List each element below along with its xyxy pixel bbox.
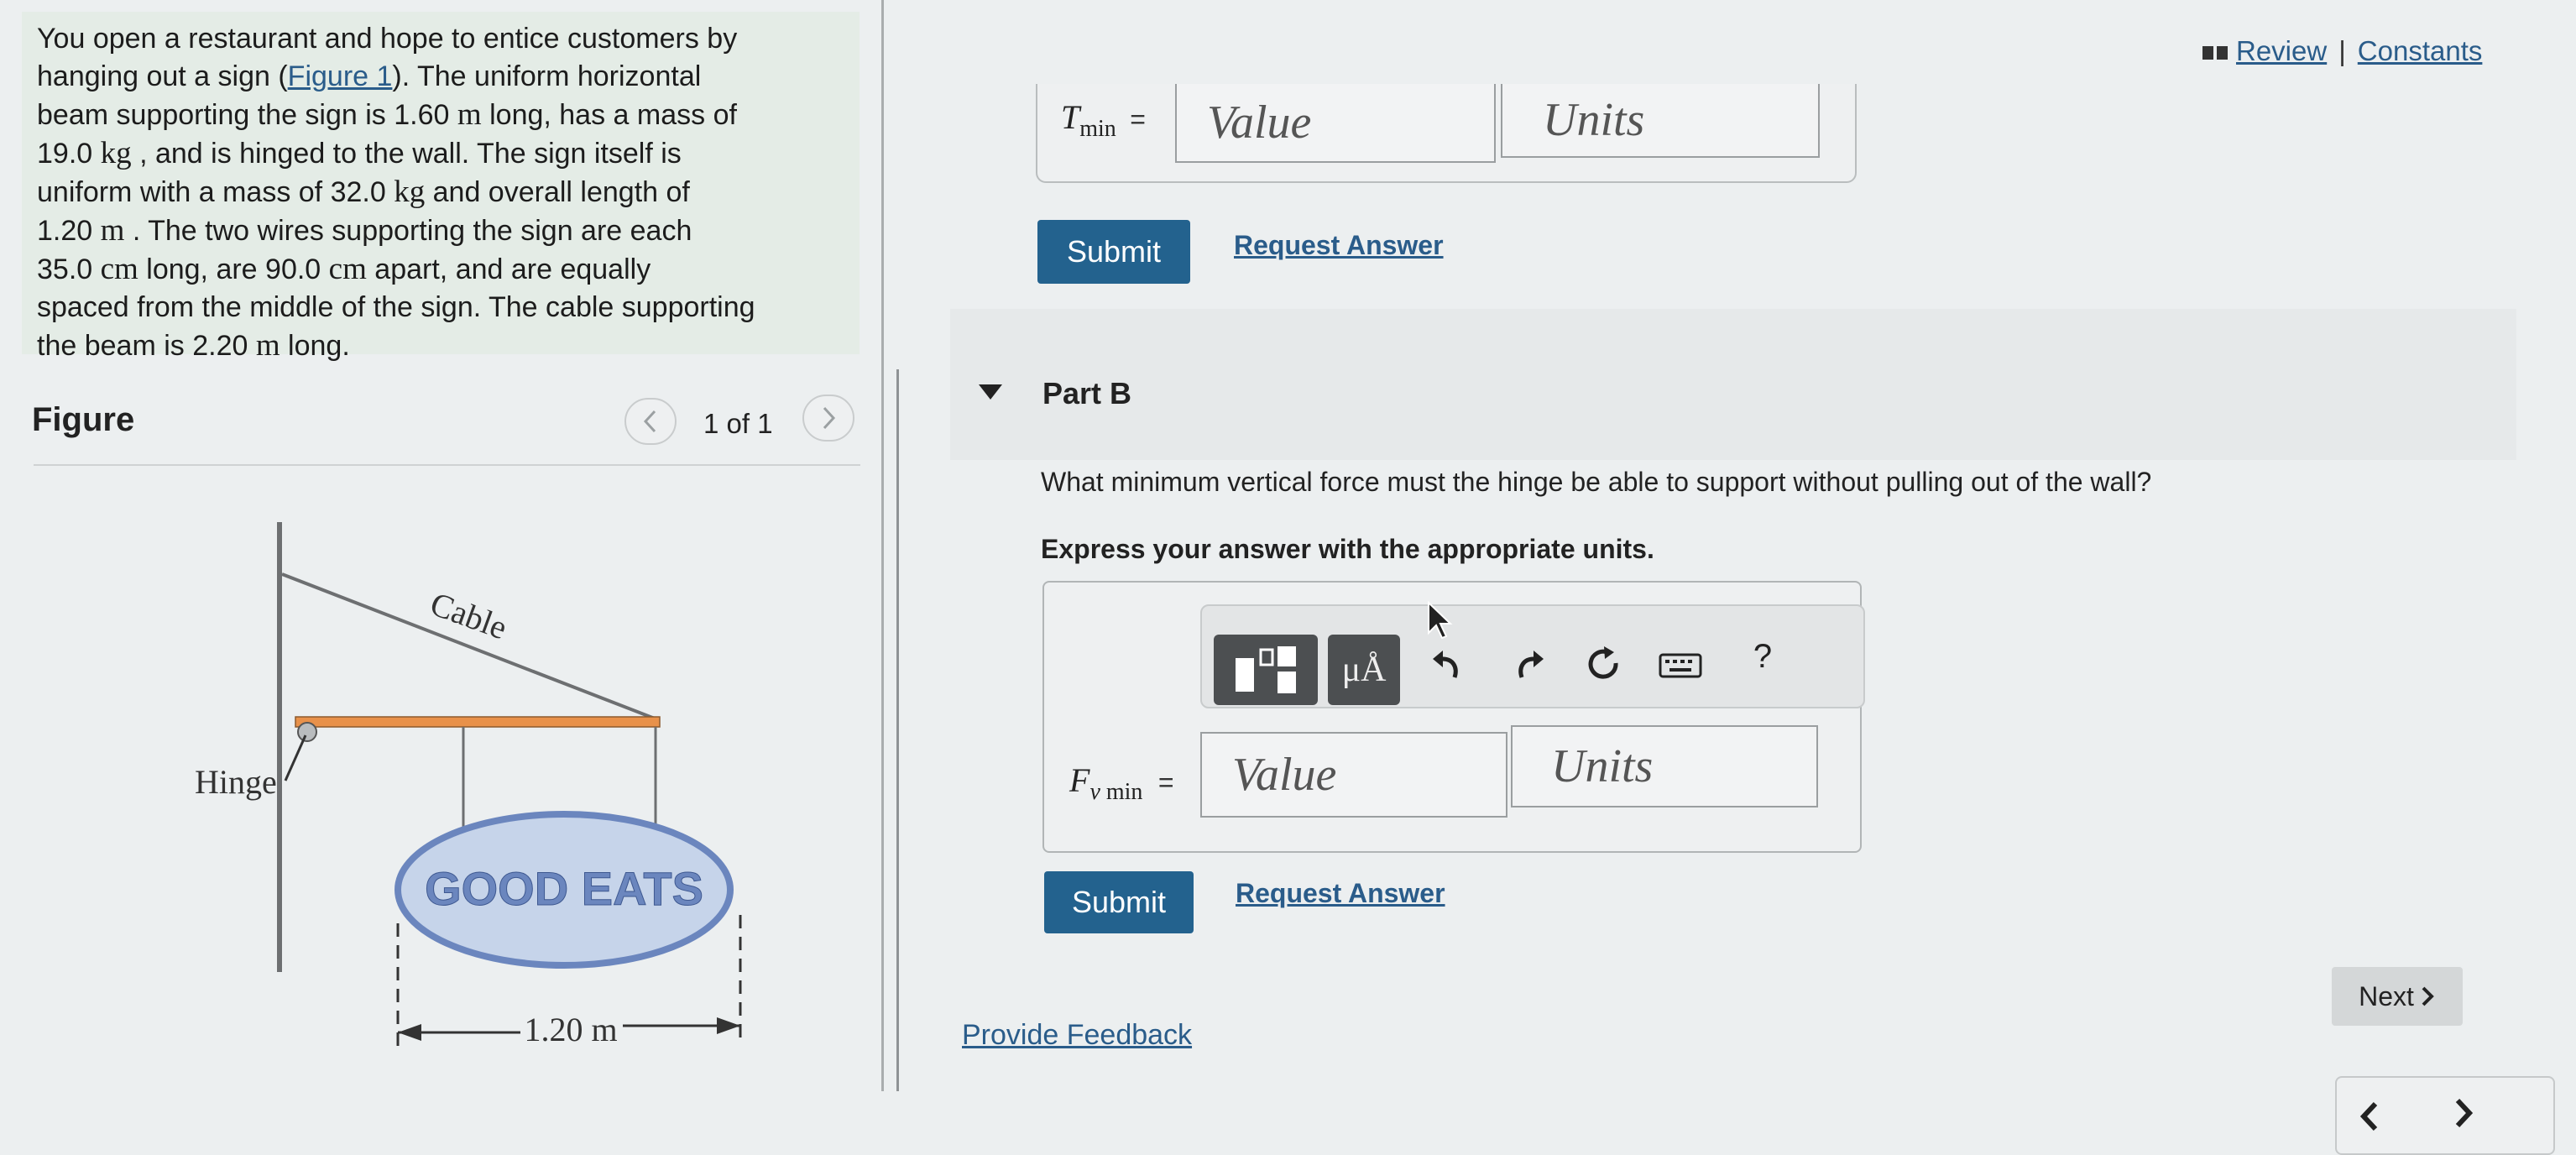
- hinge-label: Hinge: [195, 763, 277, 801]
- problem-line: You open a restaurant and hope to entice…: [37, 23, 738, 55]
- hinge-pointer: [284, 734, 307, 781]
- keyboard-button[interactable]: [1657, 646, 1704, 685]
- template-icon: [1236, 646, 1296, 693]
- provide-feedback-link[interactable]: Provide Feedback: [962, 1019, 1192, 1052]
- part-b-instruction: Express your answer with the appropriate…: [1041, 534, 1654, 564]
- page-prev-button[interactable]: [2357, 1100, 2382, 1137]
- redo-button[interactable]: [1507, 641, 1549, 690]
- chevron-right-icon: [823, 406, 836, 430]
- part-b-submit-button[interactable]: Submit: [1044, 871, 1194, 933]
- part-b-variable: Fv min =: [1069, 761, 1174, 805]
- book-icon: [2202, 46, 2228, 60]
- hinge-pin: [297, 722, 317, 742]
- help-button[interactable]: ?: [1746, 631, 1779, 682]
- problem-line: beam supporting the sign is 1.60 m long,…: [37, 97, 737, 132]
- header-links: Review | Constants: [2201, 35, 2482, 67]
- problem-line: 19.0 kg , and is hinged to the wall. The…: [37, 136, 682, 170]
- figure-rule: [34, 464, 860, 466]
- problem-line: the beam is 2.20 m long.: [37, 328, 350, 363]
- part-b-question: What minimum vertical force must the hin…: [1041, 467, 2152, 497]
- mouse-cursor-icon: [1428, 601, 1453, 640]
- dim-arrow-right: [717, 1017, 740, 1034]
- problem-line: 35.0 cm long, are 90.0 cm apart, and are…: [37, 252, 651, 286]
- keyboard-icon: [1659, 653, 1702, 678]
- figure-title: Figure: [32, 401, 135, 438]
- redo-icon: [1518, 651, 1544, 678]
- figure-diagram: GOOD EATS Cable Hinge 1.20 m: [195, 522, 742, 1048]
- part-a-request-answer-link[interactable]: Request Answer: [1234, 230, 1444, 261]
- undo-button[interactable]: [1427, 641, 1469, 690]
- undo-icon: [1433, 651, 1458, 678]
- cable-label: Cable: [426, 584, 512, 646]
- part-b-request-answer-link[interactable]: Request Answer: [1236, 878, 1445, 909]
- figure-prev-button[interactable]: [624, 398, 677, 445]
- part-a-variable: Tmin =: [1061, 98, 1146, 142]
- panel-divider-lower: [896, 369, 899, 1091]
- chevron-right-icon: [2455, 1098, 2474, 1128]
- page-next-button[interactable]: [2451, 1096, 2476, 1134]
- problem-line: 1.20 m . The two wires supporting the si…: [37, 213, 692, 248]
- part-b-title: Part B: [1042, 376, 1132, 410]
- chevron-right-icon: [2422, 986, 2434, 1006]
- reset-icon: [1588, 646, 1618, 679]
- caret-down-icon[interactable]: [979, 384, 1002, 400]
- problem-line: hanging out a sign (Figure 1). The unifo…: [37, 60, 702, 92]
- figure-page-count: 1 of 1: [703, 408, 773, 439]
- constants-link[interactable]: Constants: [2358, 35, 2483, 66]
- review-link[interactable]: Review: [2236, 35, 2327, 66]
- chevron-left-icon: [2359, 1101, 2378, 1131]
- part-a-units-input[interactable]: Units: [1501, 84, 1820, 158]
- reset-button[interactable]: [1581, 640, 1627, 690]
- figure-next-button[interactable]: [802, 395, 854, 442]
- panel-divider[interactable]: [881, 0, 884, 1091]
- dimension-label: 1.20 m: [524, 1011, 617, 1048]
- problem-statement: You open a restaurant and hope to entice…: [22, 12, 860, 363]
- beam: [295, 716, 661, 728]
- chevron-left-icon: [643, 410, 656, 433]
- problem-line: uniform with a mass of 32.0 kg and overa…: [37, 175, 690, 209]
- units-button[interactable]: μÅ: [1328, 635, 1400, 705]
- next-button[interactable]: Next: [2332, 967, 2463, 1026]
- problem-line: spaced from the middle of the sign. The …: [37, 291, 755, 323]
- wall: [277, 522, 282, 972]
- part-b-units-input[interactable]: Units: [1511, 725, 1818, 807]
- part-b-header[interactable]: [950, 309, 2516, 460]
- part-b-value-input[interactable]: Value: [1200, 732, 1507, 818]
- sign-text: GOOD EATS: [425, 862, 703, 915]
- part-a-submit-button[interactable]: Submit: [1037, 220, 1190, 284]
- dim-arrow-left: [398, 1024, 421, 1041]
- part-a-value-input[interactable]: Value: [1175, 84, 1496, 163]
- template-button[interactable]: [1214, 635, 1318, 705]
- figure-link[interactable]: Figure 1: [288, 60, 393, 92]
- link-separator: |: [2338, 35, 2346, 66]
